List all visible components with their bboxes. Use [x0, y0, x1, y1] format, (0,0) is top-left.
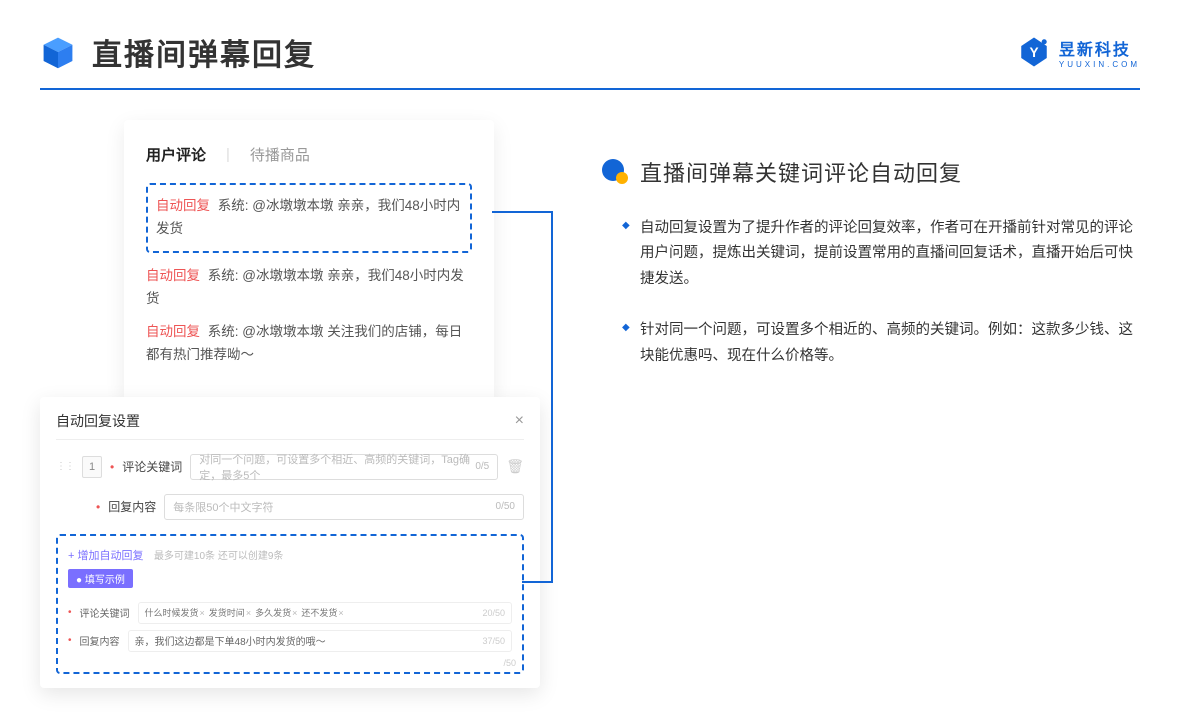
- tag: 什么时候发货×: [145, 606, 205, 619]
- comments-card: 用户评论 | 待播商品 自动回复 系统: @冰墩墩本墩 亲亲，我们48小时内发货…: [124, 120, 494, 401]
- close-icon[interactable]: ×: [515, 412, 524, 430]
- example-content-input[interactable]: 亲，我们这边都是下单48小时内发货的哦～ 37/50: [128, 630, 512, 652]
- settings-title: 自动回复设置: [56, 411, 140, 431]
- char-count: 0/50: [496, 501, 515, 512]
- trailing-count: /50: [503, 658, 516, 668]
- example-keyword-label: 评论关键词: [80, 605, 130, 620]
- svg-text:Y: Y: [1029, 45, 1038, 60]
- brand-icon: Y: [1017, 35, 1051, 69]
- char-count: 37/50: [482, 636, 505, 646]
- keyword-label: 评论关键词: [122, 458, 182, 475]
- screenshot-column: 用户评论 | 待播商品 自动回复 系统: @冰墩墩本墩 亲亲，我们48小时内发货…: [40, 120, 560, 688]
- header: 直播间弹幕回复 Y 昱新科技 YUUXIN.COM: [0, 0, 1180, 74]
- example-content-label: 回复内容: [80, 633, 120, 648]
- form-row-keyword: ⋮⋮ 1 • 评论关键词 对同一个问题，可设置多个相近、高频的关键词，Tag确定…: [56, 454, 524, 480]
- index-box: 1: [82, 456, 102, 478]
- section-title: 直播间弹幕关键词评论自动回复: [640, 156, 962, 188]
- tag: 发货时间×: [209, 606, 251, 619]
- required-dot: •: [68, 635, 72, 646]
- char-count: 0/5: [475, 461, 489, 472]
- form-row-content: • 回复内容 每条限50个中文字符 0/50: [96, 494, 524, 520]
- brand-name-en: YUUXIN.COM: [1059, 60, 1140, 69]
- comment-row: 自动回复 系统: @冰墩墩本墩 亲亲，我们48小时内发货: [146, 265, 472, 311]
- tabs: 用户评论 | 待播商品: [146, 144, 472, 165]
- content-input[interactable]: 每条限50个中文字符 0/50: [164, 494, 524, 520]
- tab-pending-goods[interactable]: 待播商品: [250, 144, 310, 165]
- bullet-item: 针对同一个问题，可设置多个相近的、高频的关键词。例如：这款多少钱、这块能优惠吗、…: [622, 318, 1140, 369]
- bullet-item: 自动回复设置为了提升作者的评论回复效率，作者可在开播前针对常见的评论用户问题，提…: [622, 216, 1140, 292]
- description-column: 直播间弹幕关键词评论自动回复 自动回复设置为了提升作者的评论回复效率，作者可在开…: [600, 120, 1140, 688]
- bullet-list: 自动回复设置为了提升作者的评论回复效率，作者可在开播前针对常见的评论用户问题，提…: [600, 216, 1140, 369]
- auto-reply-tag: 自动回复: [146, 324, 200, 339]
- comment-row: 自动回复 系统: @冰墩墩本墩 关注我们的店铺，每日都有热门推荐呦～: [146, 321, 472, 367]
- example-content-row: • 回复内容 亲，我们这边都是下单48小时内发货的哦～ 37/50: [68, 630, 512, 652]
- tag: 多久发货×: [255, 606, 297, 619]
- cube-icon: [40, 34, 76, 70]
- example-keyword-input[interactable]: 什么时候发货× 发货时间× 多久发货× 还不发货× 20/50: [138, 602, 512, 624]
- tab-separator: |: [226, 146, 230, 163]
- content-label: 回复内容: [108, 498, 156, 515]
- example-box: + 增加自动回复 最多可建10条 还可以创建9条 ● 填写示例 • 评论关键词 …: [56, 534, 524, 674]
- required-dot: •: [96, 500, 100, 514]
- required-dot: •: [68, 607, 72, 618]
- tag-count: 20/50: [482, 608, 505, 618]
- required-dot: •: [110, 460, 114, 474]
- header-left: 直播间弹幕回复: [40, 30, 316, 74]
- bubble-icon: [600, 157, 630, 187]
- highlighted-comment: 自动回复 系统: @冰墩墩本墩 亲亲，我们48小时内发货: [146, 183, 472, 253]
- page-title: 直播间弹幕回复: [92, 30, 316, 74]
- drag-handle-icon[interactable]: ⋮⋮: [56, 461, 74, 472]
- auto-reply-tag: 自动回复: [146, 268, 200, 283]
- add-reply-link[interactable]: + 增加自动回复: [68, 547, 143, 563]
- keyword-input[interactable]: 对同一个问题，可设置多个相近、高频的关键词，Tag确定，最多5个 0/5: [190, 454, 498, 480]
- tab-user-comments[interactable]: 用户评论: [146, 144, 206, 165]
- auto-reply-tag: 自动回复: [156, 198, 210, 213]
- brand-name-cn: 昱新科技: [1059, 36, 1140, 60]
- brand-logo: Y 昱新科技 YUUXIN.COM: [1017, 35, 1140, 69]
- delete-icon[interactable]: 🗑: [506, 458, 524, 475]
- section-head: 直播间弹幕关键词评论自动回复: [600, 156, 1140, 188]
- example-badge: ● 填写示例: [68, 569, 133, 588]
- settings-card: 自动回复设置 × ⋮⋮ 1 • 评论关键词 对同一个问题，可设置多个相近、高频的…: [40, 397, 540, 688]
- tag: 还不发货×: [301, 606, 343, 619]
- example-keyword-row: • 评论关键词 什么时候发货× 发货时间× 多久发货× 还不发货× 20/50: [68, 602, 512, 624]
- add-reply-hint: 最多可建10条 还可以创建9条: [154, 551, 283, 562]
